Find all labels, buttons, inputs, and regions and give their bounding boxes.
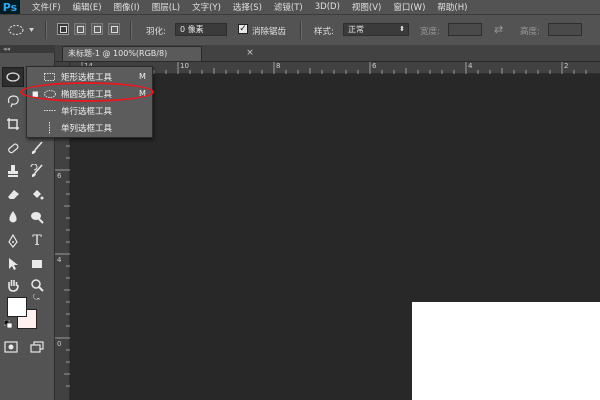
menu-type[interactable]: 文字(Y) (186, 1, 227, 13)
antialias-label: 消除锯齿 (252, 27, 287, 37)
menu-file[interactable]: 文件(F) (20, 1, 67, 13)
type-tool[interactable]: T (26, 231, 48, 251)
document-tab-title: 未标题-1 @ 100%(RGB/8) (68, 49, 168, 58)
width-label: 宽度: (420, 27, 440, 37)
app-logo[interactable]: Ps (0, 0, 20, 14)
ruler-label: 6 (372, 62, 377, 70)
marquee-tool-flyout: 矩形选框工具 M ■ 椭圆选框工具 M 单行选框工具 单列选框工具 (26, 66, 153, 138)
options-separator (300, 21, 302, 39)
ruler-label: 8 (276, 62, 281, 70)
ruler-label: 10 (180, 62, 189, 70)
brush-tool[interactable] (26, 138, 48, 158)
flyout-item-single-row-marquee[interactable]: 单行选框工具 (27, 103, 152, 118)
menu-image[interactable]: 图像(I) (108, 1, 146, 13)
antialias-checkbox[interactable]: ✓ (238, 24, 248, 34)
quick-mask-icon[interactable] (0, 337, 22, 357)
pen-tool[interactable] (2, 231, 24, 251)
flyout-item-label: 单列选框工具 (61, 123, 113, 134)
feather-input[interactable]: 0 像素 (175, 23, 227, 36)
document-tab[interactable]: 未标题-1 @ 100%(RGB/8) (62, 46, 202, 61)
flyout-item-single-column-marquee[interactable]: 单列选框工具 (27, 120, 152, 135)
healing-brush-icon[interactable] (2, 138, 24, 158)
history-brush-tool[interactable] (26, 161, 48, 181)
blur-tool[interactable] (2, 207, 24, 227)
current-tool-marker: ■ (32, 89, 39, 98)
hand-tool[interactable] (2, 275, 24, 295)
height-label: 高度: (520, 27, 540, 37)
chevron-updown-icon: ⬍ (399, 25, 405, 33)
tool-preset-picker[interactable] (7, 23, 37, 37)
options-separator (45, 21, 47, 39)
style-label: 样式: (314, 27, 334, 37)
foreground-color-swatch[interactable] (7, 297, 27, 317)
flyout-item-label: 椭圆选框工具 (61, 89, 113, 100)
options-bar: 羽化: 0 像素 ✓ 消除锯齿 样式: 正常 ⬍ 宽度: ⇄ 高度: (0, 14, 600, 46)
menu-layer[interactable]: 图层(L) (146, 1, 186, 13)
options-separator (130, 21, 132, 39)
new-selection-button[interactable] (57, 23, 69, 35)
menu-help[interactable]: 帮助(H) (431, 1, 473, 13)
width-input[interactable] (448, 23, 482, 36)
style-select[interactable]: 正常 ⬍ (343, 23, 409, 36)
ruler-label: 4 (57, 256, 62, 264)
menu-3d[interactable]: 3D(D) (309, 2, 346, 12)
close-icon[interactable]: × (245, 48, 255, 58)
default-colors-icon[interactable] (3, 319, 13, 331)
eraser-tool[interactable] (2, 184, 24, 204)
document-canvas[interactable] (412, 302, 600, 400)
swap-dimensions-icon[interactable]: ⇄ (494, 23, 503, 36)
rectangle-marquee-icon (44, 73, 55, 81)
dodge-tool[interactable] (26, 207, 48, 227)
menu-view[interactable]: 视图(V) (346, 1, 387, 13)
ruler-label: 2 (564, 62, 569, 70)
ruler-label: 4 (468, 62, 473, 70)
flyout-item-rectangular-marquee[interactable]: 矩形选框工具 M (27, 69, 152, 84)
subtract-selection-button[interactable] (91, 23, 103, 35)
lasso-tool[interactable] (2, 91, 24, 111)
menu-window[interactable]: 窗口(W) (387, 1, 431, 13)
clone-stamp-tool[interactable] (2, 161, 24, 181)
single-row-marquee-icon (44, 110, 56, 111)
style-select-value: 正常 (348, 25, 364, 34)
toolbar-collapse-strip[interactable]: ◂◂ (0, 45, 55, 53)
screen-mode-icon[interactable] (26, 337, 48, 357)
menu-filter[interactable]: 滤镜(T) (268, 1, 309, 13)
menu-bar: Ps 文件(F) 编辑(E) 图像(I) 图层(L) 文字(Y) 选择(S) 滤… (0, 0, 600, 14)
ruler-label: 0 (57, 340, 62, 348)
elliptical-marquee-tool[interactable] (2, 67, 24, 87)
feather-label: 羽化: (146, 27, 166, 37)
ellipse-marquee-icon (44, 90, 56, 98)
flyout-item-shortcut: M (139, 72, 146, 81)
paint-bucket-tool[interactable] (26, 184, 48, 204)
flyout-item-elliptical-marquee[interactable]: ■ 椭圆选框工具 M (27, 86, 152, 101)
menu-edit[interactable]: 编辑(E) (67, 1, 108, 13)
ruler-label: 6 (57, 172, 62, 180)
zoom-tool[interactable] (26, 275, 48, 295)
single-column-marquee-icon (49, 122, 50, 134)
path-selection-tool[interactable] (2, 254, 24, 274)
height-input[interactable] (548, 23, 582, 36)
intersect-selection-button[interactable] (108, 23, 120, 35)
flyout-item-shortcut: M (139, 89, 146, 98)
menu-select[interactable]: 选择(S) (227, 1, 268, 13)
crop-tool[interactable] (2, 114, 24, 134)
flyout-item-label: 矩形选框工具 (61, 72, 113, 83)
add-selection-button[interactable] (74, 23, 86, 35)
rectangle-tool[interactable] (26, 254, 48, 274)
document-tab-strip: 未标题-1 @ 100%(RGB/8) × (55, 45, 600, 62)
flyout-item-label: 单行选框工具 (61, 106, 113, 117)
swap-colors-icon[interactable]: ⤿ (33, 293, 40, 303)
